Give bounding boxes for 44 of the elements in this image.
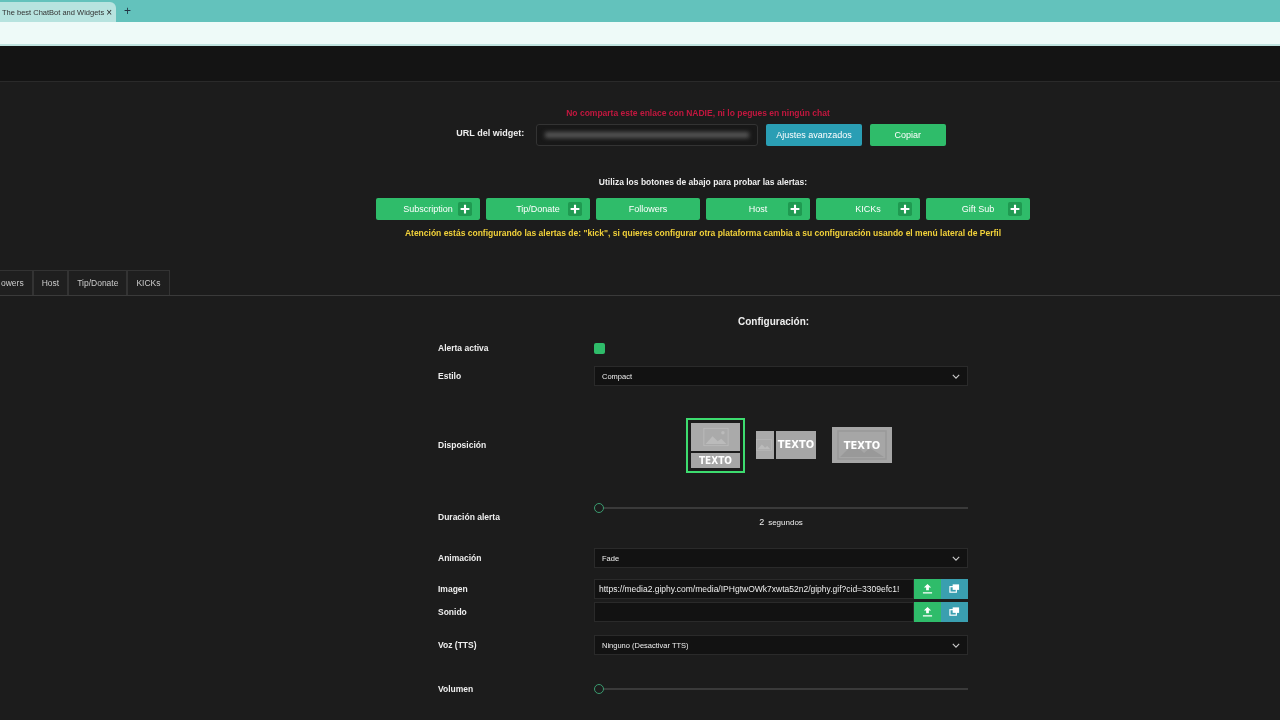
gallery-icon bbox=[949, 606, 960, 617]
chevron-down-icon bbox=[952, 555, 960, 561]
field-label: Voz (TTS) bbox=[438, 640, 478, 650]
layout-text: TEXTO bbox=[691, 452, 740, 468]
field-label: Alerta activa bbox=[438, 343, 490, 353]
test-title: Utiliza los botones de abajo para probar las alertas: bbox=[598, 177, 808, 187]
upload-button[interactable] bbox=[914, 578, 941, 599]
new-tab-button[interactable]: + bbox=[124, 4, 131, 18]
config-title: Configuración: bbox=[738, 316, 811, 327]
url-input[interactable]: https://media2.giphy.com/media/IPHgtwOWk7xwta52n2/giphy.gif?cid=3309efc1! bbox=[594, 578, 914, 599]
warning-text: No comparta este enlace con NADIE, ni lo pegues en ningún chat bbox=[566, 108, 830, 118]
alert-tab[interactable]: Tip/Donate bbox=[68, 270, 128, 295]
layout-text: TEXTO bbox=[843, 438, 881, 452]
upload-icon bbox=[922, 606, 933, 617]
url-input[interactable] bbox=[594, 601, 914, 622]
slider-thumb[interactable] bbox=[594, 503, 604, 513]
chevron-down-icon bbox=[952, 642, 960, 648]
layout-text: TEXTO bbox=[776, 431, 816, 459]
slider-thumb[interactable] bbox=[594, 684, 604, 694]
alert-tab[interactable]: owers bbox=[0, 270, 33, 295]
field-label: Duración alerta bbox=[438, 512, 501, 522]
field-label: Volumen bbox=[438, 684, 475, 694]
duration-value: 2 bbox=[759, 517, 765, 527]
checkbox[interactable] bbox=[594, 342, 605, 354]
url-label: URL del widget: bbox=[456, 128, 525, 138]
field-label: Estilo bbox=[438, 371, 463, 381]
alert-tab[interactable]: KICKs bbox=[127, 270, 170, 295]
gallery-icon bbox=[949, 583, 960, 594]
field-label: Animación bbox=[438, 553, 483, 563]
gallery-button[interactable] bbox=[941, 578, 968, 599]
settings-button[interactable]: Ajustes avanzados bbox=[766, 124, 862, 146]
field-label: Imagen bbox=[438, 583, 469, 594]
platform-notice: Atención estás configurando las alertas de: "kick", si quieres configurar otra plataforma cambia a su configuración usando el menú lateral de Perfil bbox=[404, 228, 1002, 238]
url-field[interactable] bbox=[536, 124, 759, 146]
field-label: Disposición bbox=[438, 440, 488, 450]
image-icon bbox=[756, 439, 772, 451]
alert-tab[interactable]: Host bbox=[32, 270, 69, 295]
field-label: Sonido bbox=[438, 606, 468, 617]
chevron-down-icon bbox=[952, 373, 960, 379]
unit-label: segundos bbox=[768, 518, 803, 527]
upload-button[interactable] bbox=[914, 601, 941, 622]
gallery-button[interactable] bbox=[941, 601, 968, 622]
close-icon[interactable]: × bbox=[106, 6, 112, 18]
upload-icon bbox=[922, 583, 933, 594]
